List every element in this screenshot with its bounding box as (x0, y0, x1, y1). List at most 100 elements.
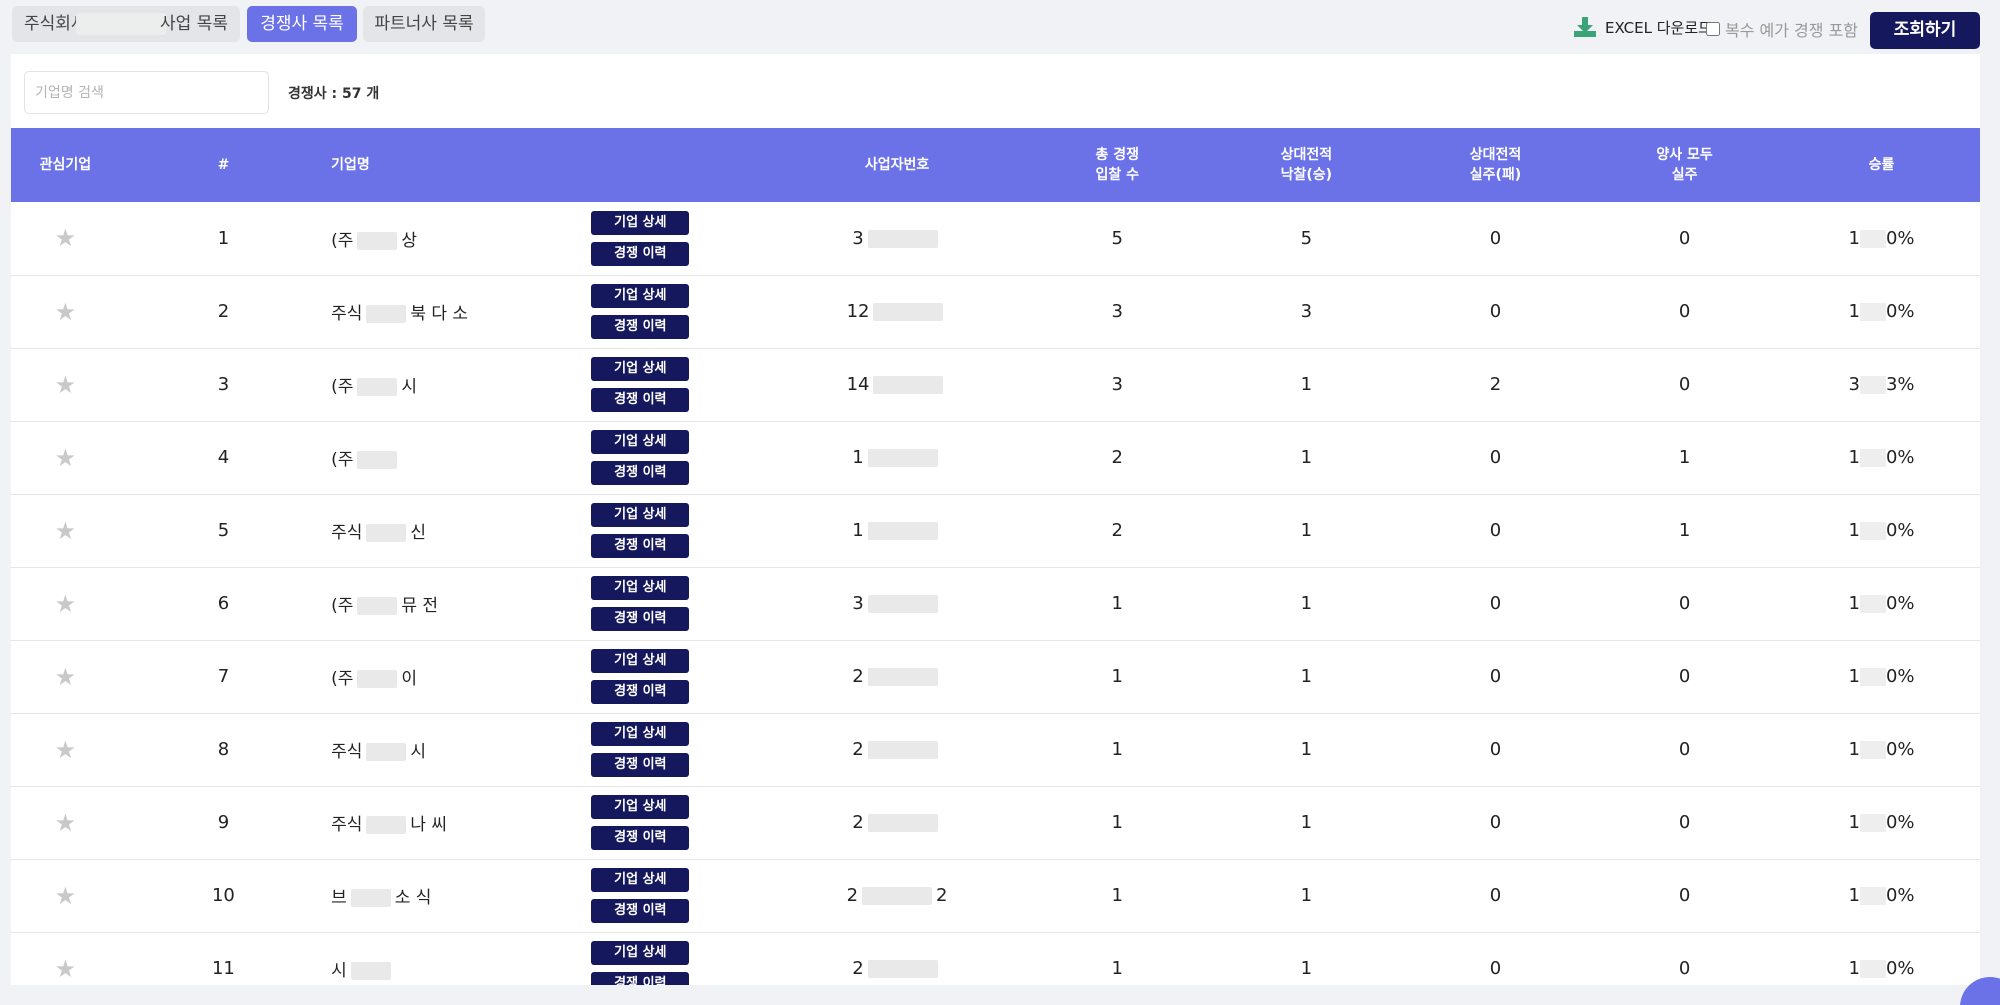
star-icon[interactable]: ★ (55, 371, 77, 399)
tab-company-business-list[interactable]: 주식회사 사업 목록 (12, 6, 240, 42)
favorite-cell: ★ (11, 567, 120, 640)
company-search-input[interactable] (24, 71, 269, 114)
company-detail-button[interactable]: 기업 상세 (591, 722, 690, 746)
company-name-prefix: 주식 (331, 523, 363, 543)
both-lost-cell: 0 (1678, 593, 1691, 614)
redacted-biz-no (867, 595, 938, 613)
star-icon[interactable]: ★ (55, 663, 77, 691)
win-rate-prefix: 1 (1848, 739, 1860, 760)
win-rate-cell: 1 0% (1783, 932, 1980, 985)
competition-history-button[interactable]: 경쟁 이력 (591, 607, 690, 631)
star-icon[interactable]: ★ (55, 882, 77, 910)
wins-cell: 1 (1300, 885, 1313, 906)
row-index: 11 (211, 958, 235, 979)
competition-history-button[interactable]: 경쟁 이력 (591, 826, 690, 850)
favorite-cell: ★ (11, 202, 120, 275)
table-row: ★ 1 (주 상 기업 상세 경쟁 이력 3 5 5 0 0 1 0% (11, 202, 1980, 275)
biz-no-cell: 12 (767, 275, 1026, 348)
header-losses: 상대전적 실주(패) (1469, 147, 1522, 183)
biz-no-prefix: 3 (852, 227, 864, 249)
win-rate-suffix: 0% (1885, 739, 1915, 760)
competition-history-button[interactable]: 경쟁 이력 (591, 972, 690, 985)
company-detail-button[interactable]: 기업 상세 (591, 284, 690, 308)
win-rate-suffix: 0% (1885, 812, 1915, 833)
competition-history-button[interactable]: 경쟁 이력 (591, 241, 690, 266)
competition-history-button[interactable]: 경쟁 이력 (591, 461, 690, 485)
win-rate-cell: 1 0% (1783, 494, 1980, 567)
competitor-count: 경쟁사 : 57 개 (288, 86, 380, 102)
biz-no-prefix: 2 (852, 812, 864, 833)
header-total-bids: 총 경쟁 입찰 수 (1095, 147, 1139, 183)
win-rate-suffix: 0% (1885, 885, 1915, 906)
win-rate-cell: 1 0% (1783, 275, 1980, 348)
table-row: ★ 7 (주 이 기업 상세 경쟁 이력 2 1 1 0 0 1 0% (11, 640, 1980, 713)
table-header-row: 관심기업 # 기업명 사업자번호 총 경쟁 입찰 수 상대전적 낙찰(승) 상대전적… (11, 128, 1980, 202)
competition-history-button[interactable]: 경쟁 이력 (591, 680, 690, 704)
table-row: ★ 10 브 소 식 기업 상세 경쟁 이력 2 2 1 1 0 0 1 0% (11, 859, 1980, 932)
win-rate-prefix: 3 (1848, 374, 1860, 395)
star-icon[interactable]: ★ (55, 298, 77, 326)
win-rate-cell: 1 0% (1783, 421, 1980, 494)
company-detail-button[interactable]: 기업 상세 (591, 430, 690, 454)
both-lost-cell: 0 (1678, 958, 1691, 979)
search-button[interactable]: 조회하기 (1870, 12, 1980, 49)
redacted-win-rate (1859, 668, 1886, 686)
actions-cell: 기업 상세경쟁 이력 (591, 640, 767, 713)
actions-cell: 기업 상세경쟁 이력 (591, 932, 767, 985)
excel-download-button[interactable]: EXCEL 다운로드 (1573, 15, 1712, 39)
header-index: # (217, 157, 230, 173)
redacted-win-rate (1859, 229, 1886, 248)
win-rate-suffix: 3% (1885, 374, 1915, 395)
losses-cell: 0 (1489, 739, 1502, 760)
company-name-rest: 이 (401, 669, 417, 689)
competition-history-button[interactable]: 경쟁 이력 (591, 388, 690, 412)
competition-history-button[interactable]: 경쟁 이력 (591, 534, 690, 558)
win-rate-suffix: 0% (1885, 958, 1915, 979)
company-detail-button[interactable]: 기업 상세 (591, 795, 690, 819)
company-detail-button[interactable]: 기업 상세 (591, 649, 690, 673)
actions-cell: 기업 상세경쟁 이력 (591, 859, 767, 932)
redacted-win-rate (1859, 814, 1886, 832)
star-icon[interactable]: ★ (55, 809, 77, 837)
redacted-win-rate (1859, 522, 1886, 540)
company-name-cell: 주식 북 다 소 (327, 275, 591, 348)
star-icon[interactable]: ★ (55, 955, 77, 983)
competition-history-button[interactable]: 경쟁 이력 (591, 753, 690, 777)
both-lost-cell: 0 (1678, 812, 1691, 833)
row-index: 7 (217, 666, 230, 687)
company-detail-button[interactable]: 기업 상세 (591, 357, 690, 381)
total-bids-cell: 1 (1111, 593, 1123, 614)
company-name-rest: 상 (401, 230, 417, 251)
star-icon[interactable]: ★ (55, 224, 77, 252)
total-bids-cell: 1 (1111, 958, 1123, 979)
biz-no-cell: 2 (767, 786, 1026, 859)
row-index: 9 (217, 812, 230, 833)
redacted-win-rate (1859, 303, 1886, 321)
row-index: 6 (217, 593, 230, 614)
company-detail-button[interactable]: 기업 상세 (591, 576, 690, 600)
biz-no-cell: 3 (767, 567, 1026, 640)
tab-competitors[interactable]: 경쟁사 목록 (247, 6, 357, 42)
header-win-rate: 승률 (1868, 157, 1895, 173)
star-icon[interactable]: ★ (55, 736, 77, 764)
multi-price-checkbox-input[interactable] (1706, 22, 1720, 36)
redacted-company-name (350, 962, 391, 980)
star-icon[interactable]: ★ (55, 590, 77, 618)
company-detail-button[interactable]: 기업 상세 (591, 941, 690, 965)
actions-cell: 기업 상세경쟁 이력 (591, 494, 767, 567)
company-detail-button[interactable]: 기업 상세 (591, 210, 690, 235)
redacted-win-rate (1859, 595, 1886, 613)
competition-history-button[interactable]: 경쟁 이력 (591, 899, 690, 923)
competition-history-button[interactable]: 경쟁 이력 (591, 315, 690, 339)
company-detail-button[interactable]: 기업 상세 (591, 503, 690, 527)
wins-cell: 1 (1300, 958, 1313, 979)
star-icon[interactable]: ★ (55, 517, 77, 545)
multi-price-checkbox[interactable]: 복수 예가 경쟁 포함 (1706, 17, 1858, 41)
company-detail-button[interactable]: 기업 상세 (591, 868, 690, 892)
favorite-cell: ★ (11, 859, 120, 932)
biz-no-prefix: 12 (846, 301, 870, 322)
star-icon[interactable]: ★ (55, 444, 77, 472)
biz-no-prefix: 2 (852, 958, 864, 979)
tab-partners[interactable]: 파트너사 목록 (363, 6, 485, 42)
actions-cell: 기업 상세경쟁 이력 (591, 202, 767, 275)
